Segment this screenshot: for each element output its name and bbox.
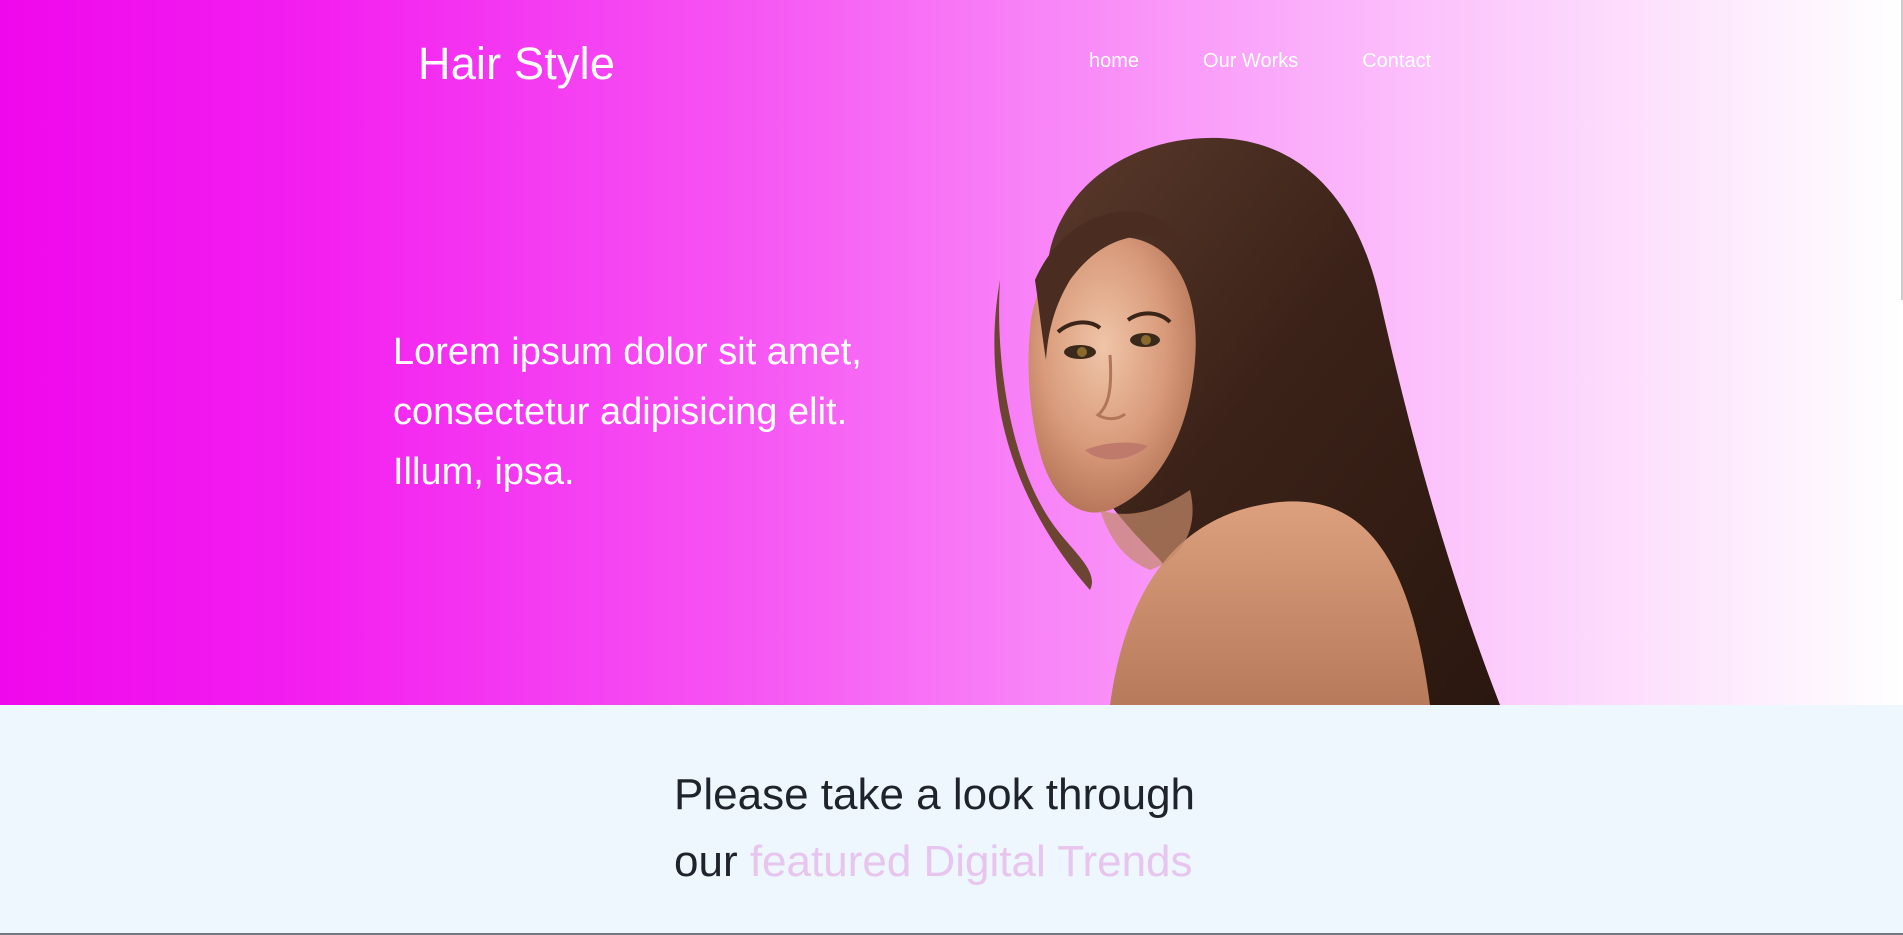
page: Hair Style home Our Works Contact Lorem … <box>0 0 1903 935</box>
featured-heading: Please take a look through our featured … <box>674 761 1195 895</box>
hero-text: Lorem ipsum dolor sit amet, consectetur … <box>393 322 953 502</box>
featured-accent-text: featured Digital Trends <box>749 837 1193 886</box>
nav-home[interactable]: home <box>1089 50 1139 73</box>
main-nav: home Our Works Contact <box>1089 50 1495 73</box>
brand-logo[interactable]: Hair Style <box>418 38 615 90</box>
featured-line-1: Please take a look through <box>674 770 1196 819</box>
hero-line-1: Lorem ipsum dolor sit amet, <box>393 331 862 373</box>
hero-line-2: consectetur adipisicing elit. <box>393 391 848 433</box>
nav-contact[interactable]: Contact <box>1362 50 1431 73</box>
nav-our-works[interactable]: Our Works <box>1203 50 1298 73</box>
hero-section: Hair Style home Our Works Contact Lorem … <box>0 0 1903 705</box>
featured-section: Please take a look through our featured … <box>0 705 1903 935</box>
featured-line-2-prefix: our <box>674 837 750 886</box>
hero-line-3: Illum, ipsa. <box>393 451 575 493</box>
featured-line-2: our featured Digital Trends <box>674 828 1195 895</box>
model-portrait-image <box>994 137 1500 705</box>
